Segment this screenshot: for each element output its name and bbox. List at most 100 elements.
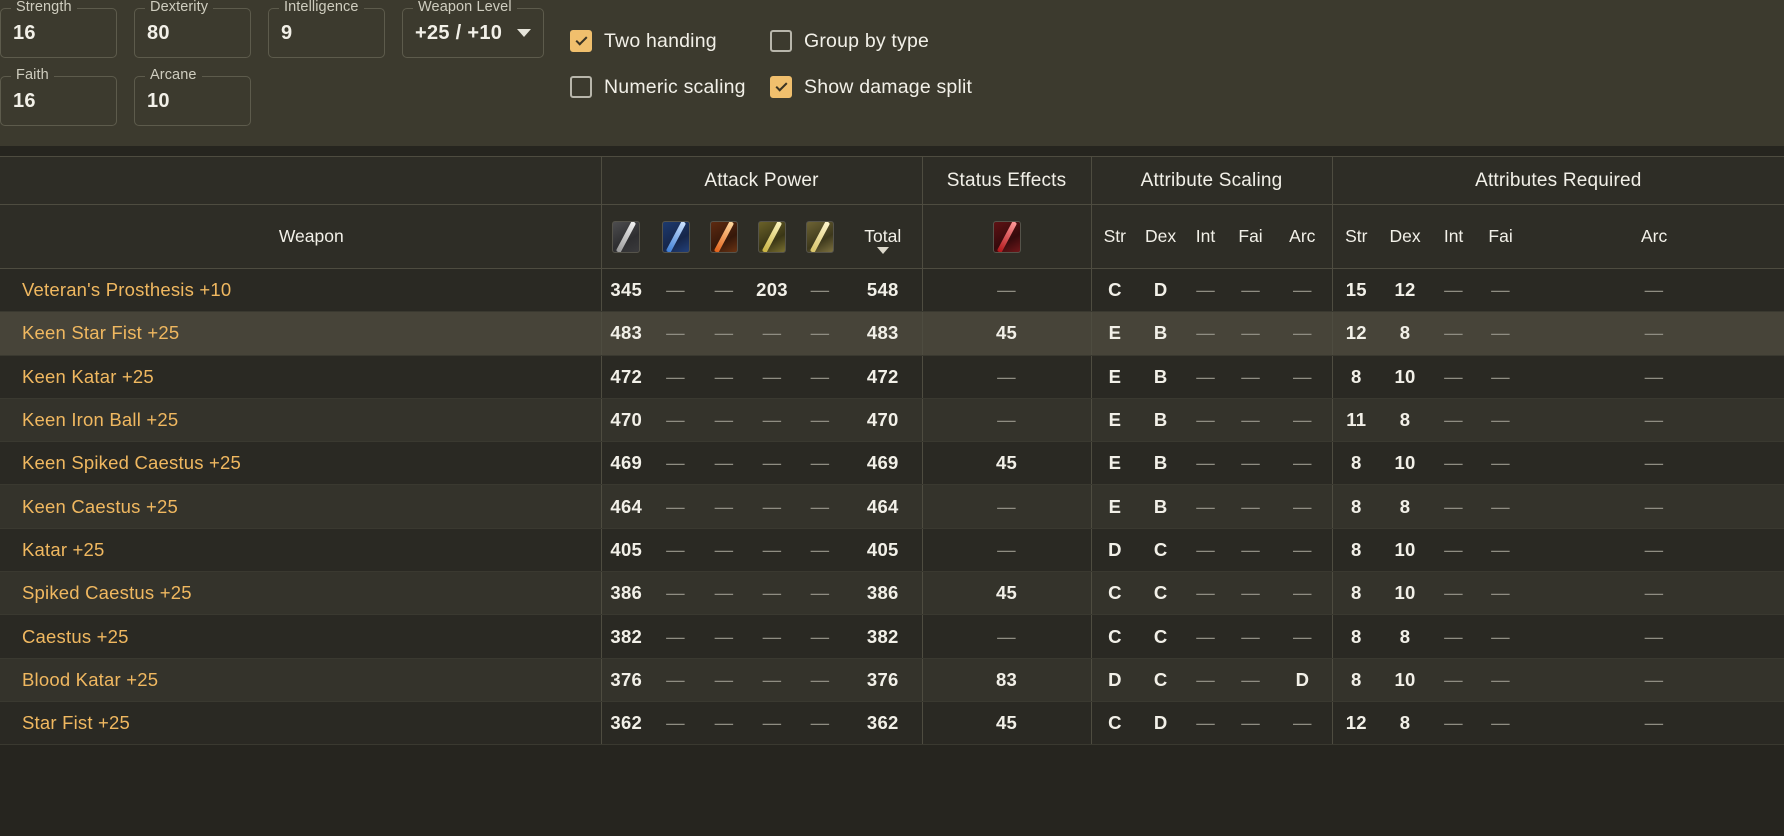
required-fai-cell: — — [1477, 441, 1525, 486]
column-header-holy-damage[interactable] — [796, 204, 844, 269]
scaling-arc-cell: — — [1273, 614, 1333, 659]
table-row[interactable]: Katar +25 405— — — —405— D C — — —8 10— — — — [0, 528, 1784, 573]
column-header-scaling-int[interactable]: Int — [1183, 204, 1229, 269]
column-header-required-dex[interactable]: Dex — [1380, 204, 1431, 269]
faith-label: Faith — [11, 67, 54, 83]
column-header-required-int[interactable]: Int — [1430, 204, 1478, 269]
weapon-name-cell[interactable]: Katar +25 — [0, 528, 601, 573]
required-arc-cell: — — [1524, 484, 1784, 529]
required-dex-cell: 12 — [1380, 268, 1431, 313]
scaling-int-cell: — — [1183, 701, 1229, 746]
table-row[interactable]: Star Fist +25 362— — — —362 45 C D — — —12 8— — — — [0, 701, 1784, 746]
two-handing-checkbox[interactable]: Two handing — [570, 30, 770, 53]
magic-damage-cell: — — [651, 441, 700, 486]
sort-descending-caret-icon — [876, 247, 889, 254]
column-header-required-str[interactable]: Str — [1331, 204, 1381, 269]
column-header-scaling-str[interactable]: Str — [1090, 204, 1139, 269]
scaling-str-cell: E — [1090, 355, 1139, 399]
column-header-scaling-arc[interactable]: Arc — [1273, 204, 1333, 269]
total-damage-cell: 376 — [844, 658, 923, 702]
weapon-name-cell[interactable]: Caestus +25 — [0, 614, 601, 659]
weapon-name-cell[interactable]: Blood Katar +25 — [0, 658, 601, 702]
required-int-cell: — — [1430, 528, 1478, 573]
scaling-str-cell: C — [1090, 571, 1139, 616]
arcane-field[interactable]: Arcane 10 — [134, 67, 251, 126]
table-row[interactable]: Blood Katar +25 376— — — —376 83 D C — — D 8 10— — — — [0, 658, 1784, 702]
required-arc-cell: — — [1524, 658, 1784, 702]
toggle-row-bottom: Numeric scaling Show damage split — [570, 64, 1160, 110]
scaling-str-cell: E — [1090, 484, 1139, 529]
required-int-cell: — — [1430, 658, 1478, 702]
weapon-name-cell[interactable]: Keen Spiked Caestus +25 — [0, 441, 601, 486]
column-header-required-arc[interactable]: Arc — [1524, 204, 1784, 269]
show-damage-split-checkbox[interactable]: Show damage split — [770, 76, 972, 99]
weapon-level-select[interactable]: Weapon Level +25 / +10 — [402, 0, 544, 58]
table-row[interactable]: Keen Caestus +25 464— — — —464— E B — — —8 8— — — — [0, 484, 1784, 529]
faith-field[interactable]: Faith 16 — [0, 67, 117, 126]
required-fai-cell: — — [1477, 701, 1525, 746]
column-header-required-fai[interactable]: Fai — [1477, 204, 1525, 269]
scaling-int-cell: — — [1183, 441, 1229, 486]
column-header-magic-damage[interactable] — [651, 204, 700, 269]
weapon-name-cell[interactable]: Keen Katar +25 — [0, 355, 601, 399]
intelligence-field[interactable]: Intelligence 9 — [268, 0, 385, 58]
required-int-cell: — — [1430, 355, 1478, 399]
weapon-name-cell[interactable]: Spiked Caestus +25 — [0, 571, 601, 616]
total-damage-cell: 362 — [844, 701, 923, 746]
weapon-name-cell[interactable]: Veteran's Prosthesis +10 — [0, 268, 601, 313]
total-damage-cell: 470 — [844, 398, 923, 443]
table-row[interactable]: Keen Katar +25 472— — — —472— E B — — —8 10— — — — [0, 355, 1784, 399]
strength-value: 16 — [13, 21, 36, 44]
table-row[interactable]: Keen Spiked Caestus +25 469— — — —469 45 E B — — —… — [0, 441, 1784, 486]
weapon-name-cell[interactable]: Keen Iron Ball +25 — [0, 398, 601, 443]
group-by-type-checkbox[interactable]: Group by type — [770, 30, 970, 53]
scaling-str-cell: D — [1090, 658, 1139, 702]
holy-damage-cell: — — [796, 398, 844, 443]
numeric-scaling-checkbox[interactable]: Numeric scaling — [570, 76, 770, 99]
scaling-dex-cell: C — [1138, 658, 1184, 702]
magic-damage-cell: — — [651, 268, 700, 313]
weapon-name-cell[interactable]: Keen Caestus +25 — [0, 484, 601, 529]
table-row[interactable]: Veteran's Prosthesis +10 345— —203—548— C D —… — [0, 268, 1784, 313]
required-int-cell: — — [1430, 441, 1478, 486]
required-str-cell: 12 — [1331, 701, 1381, 746]
magic-damage-cell: — — [651, 484, 700, 529]
column-header-fire-damage[interactable] — [700, 204, 748, 269]
table-row[interactable]: Keen Iron Ball +25 470— — — —470— E B — — —11 8— — — — [0, 398, 1784, 443]
scaling-int-cell: — — [1183, 398, 1229, 443]
chevron-down-icon — [517, 29, 531, 37]
stat-fields-group: Strength 16 Dexterity 80 Intelligence 9 … — [0, 0, 560, 146]
lightning-damage-icon — [758, 220, 786, 253]
column-header-physical-damage[interactable] — [600, 204, 651, 269]
weapon-name-cell[interactable]: Star Fist +25 — [0, 701, 601, 746]
column-header-scaling-dex[interactable]: Dex — [1138, 204, 1184, 269]
lightning-damage-cell: — — [748, 398, 796, 443]
table-row[interactable]: Spiked Caestus +25 386— — — —386 45 C C — — —8 10— —… — [0, 571, 1784, 616]
scaling-fai-cell: — — [1228, 355, 1274, 399]
dexterity-field[interactable]: Dexterity 80 — [134, 0, 251, 58]
column-header-weapon[interactable]: Weapon — [0, 204, 601, 269]
fire-damage-cell: — — [700, 441, 748, 486]
strength-field[interactable]: Strength 16 — [0, 0, 117, 58]
weapon-name-cell[interactable]: Keen Star Fist +25 — [0, 311, 601, 356]
bleed-status-cell: 83 — [921, 658, 1092, 702]
required-dex-cell: 10 — [1380, 658, 1431, 702]
sub-header-row: Weapon Total Str Dex Int Fai Arc Str Dex… — [0, 204, 1784, 269]
table-row[interactable]: Caestus +25 382— — — —382— C C — — —8 8— — — — [0, 614, 1784, 659]
column-header-bleed-status[interactable] — [921, 204, 1092, 269]
bleed-status-icon — [992, 220, 1021, 253]
total-damage-cell: 386 — [844, 571, 923, 616]
holy-damage-cell: — — [796, 311, 844, 356]
physical-damage-cell: 483 — [600, 311, 651, 356]
scaling-str-cell: C — [1090, 614, 1139, 659]
magic-damage-icon — [661, 220, 690, 253]
bleed-status-cell: — — [921, 355, 1092, 399]
bleed-status-cell: 45 — [921, 571, 1092, 616]
column-header-lightning-damage[interactable] — [748, 204, 796, 269]
table-row[interactable]: Keen Star Fist +25 483— — — —483 45 E B — — —12 8— —… — [0, 311, 1784, 356]
fire-damage-cell: — — [700, 528, 748, 573]
scaling-fai-cell: — — [1228, 528, 1274, 573]
bleed-status-cell: — — [921, 614, 1092, 659]
column-header-scaling-fai[interactable]: Fai — [1228, 204, 1274, 269]
column-header-total[interactable]: Total — [844, 204, 923, 269]
